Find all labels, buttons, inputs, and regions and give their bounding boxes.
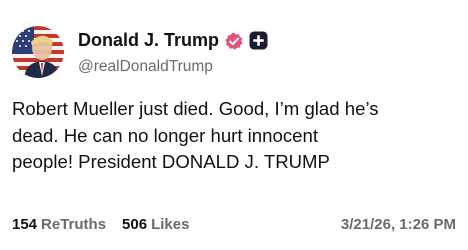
retruths-label: ReTruths: [41, 216, 107, 233]
verified-badge-icon: [224, 31, 244, 51]
post-text: Robert Mueller just died. Good, I’m glad…: [12, 98, 379, 172]
avatar[interactable]: [12, 26, 64, 78]
author-identity: Donald J. Trump @realDonaldTrump: [78, 29, 268, 76]
display-name[interactable]: Donald J. Trump: [78, 30, 219, 51]
likes-stat[interactable]: 506 Likes: [122, 216, 189, 233]
post-card: Donald J. Trump @realDonaldTrump Robert …: [0, 0, 468, 250]
likes-count: 506: [122, 216, 148, 233]
retruths-count: 154: [12, 216, 38, 233]
post-footer: 154 ReTruths 506 Likes 3/21/26, 1:26 PM: [12, 216, 456, 233]
likes-label: Likes: [151, 216, 190, 233]
retruths-stat[interactable]: 154 ReTruths: [12, 216, 106, 233]
name-row: Donald J. Trump: [78, 29, 268, 53]
author-handle[interactable]: @realDonaldTrump: [78, 58, 268, 76]
avatar-image: [12, 26, 64, 78]
post-header: Donald J. Trump @realDonaldTrump: [12, 26, 268, 78]
plus-badge-icon: [249, 31, 268, 50]
post-timestamp[interactable]: 3/21/26, 1:26 PM: [341, 216, 456, 233]
